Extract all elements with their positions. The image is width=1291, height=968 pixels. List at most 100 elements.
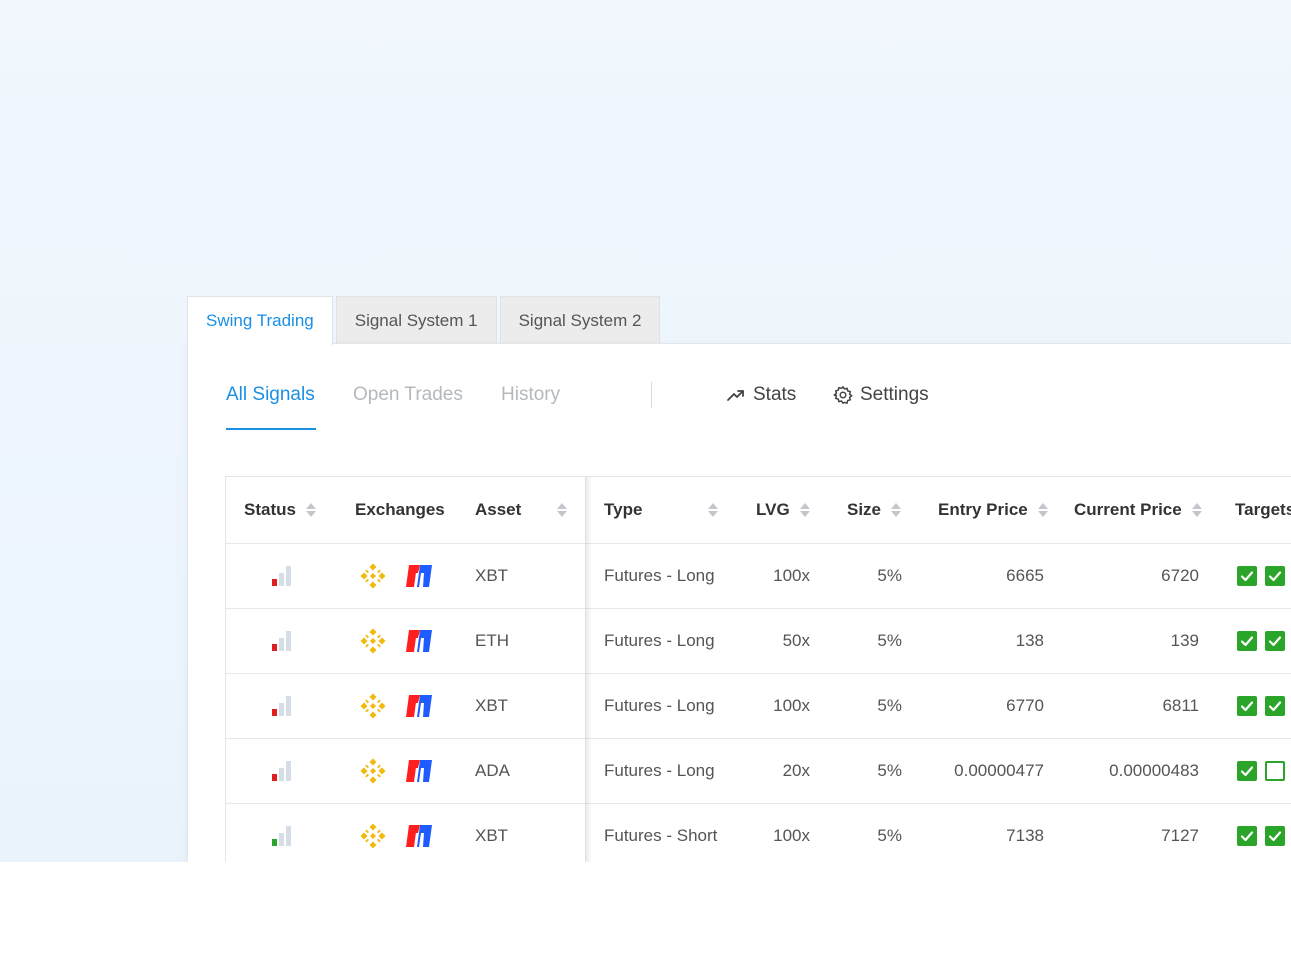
- signal-strength-icon: [271, 696, 291, 716]
- status-cell: [226, 804, 336, 862]
- current-price-cell: 139: [1170, 631, 1199, 650]
- entry-price-cell: 138: [1015, 631, 1044, 650]
- asset-cell: XBT: [475, 696, 509, 715]
- signal-strength-icon: [271, 761, 291, 781]
- column-header-targets: Targets: [1235, 477, 1291, 543]
- asset-cell: ETH: [475, 631, 509, 650]
- column-label: Entry Price: [938, 500, 1028, 519]
- column-header-lvg[interactable]: LVG: [756, 477, 810, 543]
- sort-icon[interactable]: [891, 503, 902, 517]
- type-cell: Futures - Long: [604, 631, 715, 650]
- active-subtab-indicator: [226, 428, 316, 430]
- system-tabs: Swing Trading Signal System 1 Signal Sys…: [187, 296, 663, 345]
- sort-icon[interactable]: [305, 503, 316, 517]
- targets-cell: [1237, 804, 1291, 862]
- binance-icon: [360, 693, 386, 719]
- binance-icon: [360, 563, 386, 589]
- targets-cell: [1237, 544, 1291, 608]
- column-label: Targets: [1235, 500, 1291, 519]
- bitmex-icon: [406, 630, 432, 652]
- table-row[interactable]: XBT Futures - Long 100x 5% 6665 6720: [226, 544, 1291, 609]
- column-header-current-price[interactable]: Current Price: [1074, 477, 1202, 543]
- column-label: Type: [604, 500, 643, 519]
- sub-navigation: All Signals Open Trades History Stats Se…: [226, 374, 1286, 430]
- target-checkbox-icon[interactable]: [1237, 631, 1257, 651]
- frozen-column-shadow: [586, 477, 592, 862]
- column-header-size[interactable]: Size: [847, 477, 902, 543]
- current-price-cell: 7127: [1161, 826, 1199, 845]
- target-checkbox-icon[interactable]: [1237, 761, 1257, 781]
- target-checkbox-icon[interactable]: [1237, 696, 1257, 716]
- column-header-asset[interactable]: Asset: [475, 477, 567, 543]
- lvg-cell: 50x: [782, 631, 810, 650]
- asset-cell: XBT: [475, 826, 509, 845]
- size-cell: 5%: [877, 826, 902, 845]
- exchanges-cell: [359, 739, 433, 803]
- target-checkbox-icon[interactable]: [1237, 826, 1257, 846]
- exchanges-cell: [359, 674, 433, 738]
- signal-strength-icon: [271, 566, 291, 586]
- subtab-open-trades[interactable]: Open Trades: [353, 384, 463, 406]
- settings-label: Settings: [860, 384, 929, 405]
- exchanges-cell: [359, 544, 433, 608]
- status-cell: [226, 544, 336, 608]
- column-header-entry-price[interactable]: Entry Price: [938, 477, 1048, 543]
- tab-swing-trading[interactable]: Swing Trading: [187, 296, 333, 345]
- column-label: Exchanges: [355, 500, 445, 519]
- signals-table: Status Exchanges Asset Type LVG Size Ent…: [225, 476, 1291, 862]
- lvg-cell: 20x: [782, 761, 810, 780]
- target-checkbox-icon[interactable]: [1265, 826, 1285, 846]
- entry-price-cell: 0.00000477: [954, 761, 1044, 780]
- size-cell: 5%: [877, 696, 902, 715]
- bitmex-icon: [406, 565, 432, 587]
- stats-label: Stats: [753, 384, 797, 405]
- target-checkbox-icon[interactable]: [1265, 631, 1285, 651]
- sort-icon[interactable]: [1191, 503, 1202, 517]
- lvg-cell: 100x: [773, 566, 810, 585]
- sort-icon[interactable]: [557, 503, 567, 517]
- signal-strength-icon: [271, 631, 291, 651]
- status-cell: [226, 609, 336, 673]
- settings-button[interactable]: Settings: [833, 384, 929, 406]
- targets-cell: [1237, 674, 1291, 738]
- sort-icon[interactable]: [1037, 503, 1048, 517]
- binance-icon: [360, 758, 386, 784]
- targets-cell: [1237, 739, 1291, 803]
- trending-up-icon: [727, 390, 744, 401]
- table-row[interactable]: XBT Futures - Short 100x 5% 7138 7127: [226, 804, 1291, 862]
- table-row[interactable]: ETH Futures - Long 50x 5% 138 139: [226, 609, 1291, 674]
- table-header: Status Exchanges Asset Type LVG Size Ent…: [226, 477, 1291, 544]
- sort-icon[interactable]: [708, 503, 718, 517]
- table-row[interactable]: ADA Futures - Long 20x 5% 0.00000477 0.000004…: [226, 739, 1291, 804]
- status-cell: [226, 674, 336, 738]
- binance-icon: [360, 823, 386, 849]
- target-checkbox-icon[interactable]: [1265, 566, 1285, 586]
- subtab-all-signals[interactable]: All Signals: [226, 384, 315, 406]
- target-checkbox-icon[interactable]: [1265, 696, 1285, 716]
- bitmex-icon: [406, 825, 432, 847]
- stats-button[interactable]: Stats: [726, 384, 796, 406]
- sort-icon[interactable]: [799, 503, 810, 517]
- current-price-cell: 6720: [1161, 566, 1199, 585]
- column-label: Status: [244, 500, 296, 519]
- tab-signal-system-2[interactable]: Signal System 2: [499, 296, 661, 344]
- page-background: Swing Trading Signal System 1 Signal Sys…: [0, 0, 1291, 862]
- type-cell: Futures - Short: [604, 826, 718, 845]
- subnav-divider: [651, 382, 652, 408]
- column-header-type[interactable]: Type: [604, 477, 718, 543]
- bitmex-icon: [406, 695, 432, 717]
- subtab-history[interactable]: History: [501, 384, 560, 406]
- column-label: Asset: [475, 500, 522, 519]
- status-cell: [226, 739, 336, 803]
- exchanges-cell: [359, 804, 433, 862]
- size-cell: 5%: [877, 761, 902, 780]
- lvg-cell: 100x: [773, 696, 810, 715]
- column-header-status[interactable]: Status: [244, 477, 316, 543]
- gear-icon: [833, 386, 853, 404]
- tab-signal-system-1[interactable]: Signal System 1: [335, 296, 497, 344]
- type-cell: Futures - Long: [604, 761, 715, 780]
- column-label: Current Price: [1074, 500, 1182, 519]
- target-checkbox-icon[interactable]: [1265, 761, 1285, 781]
- table-row[interactable]: XBT Futures - Long 100x 5% 6770 6811: [226, 674, 1291, 739]
- target-checkbox-icon[interactable]: [1237, 566, 1257, 586]
